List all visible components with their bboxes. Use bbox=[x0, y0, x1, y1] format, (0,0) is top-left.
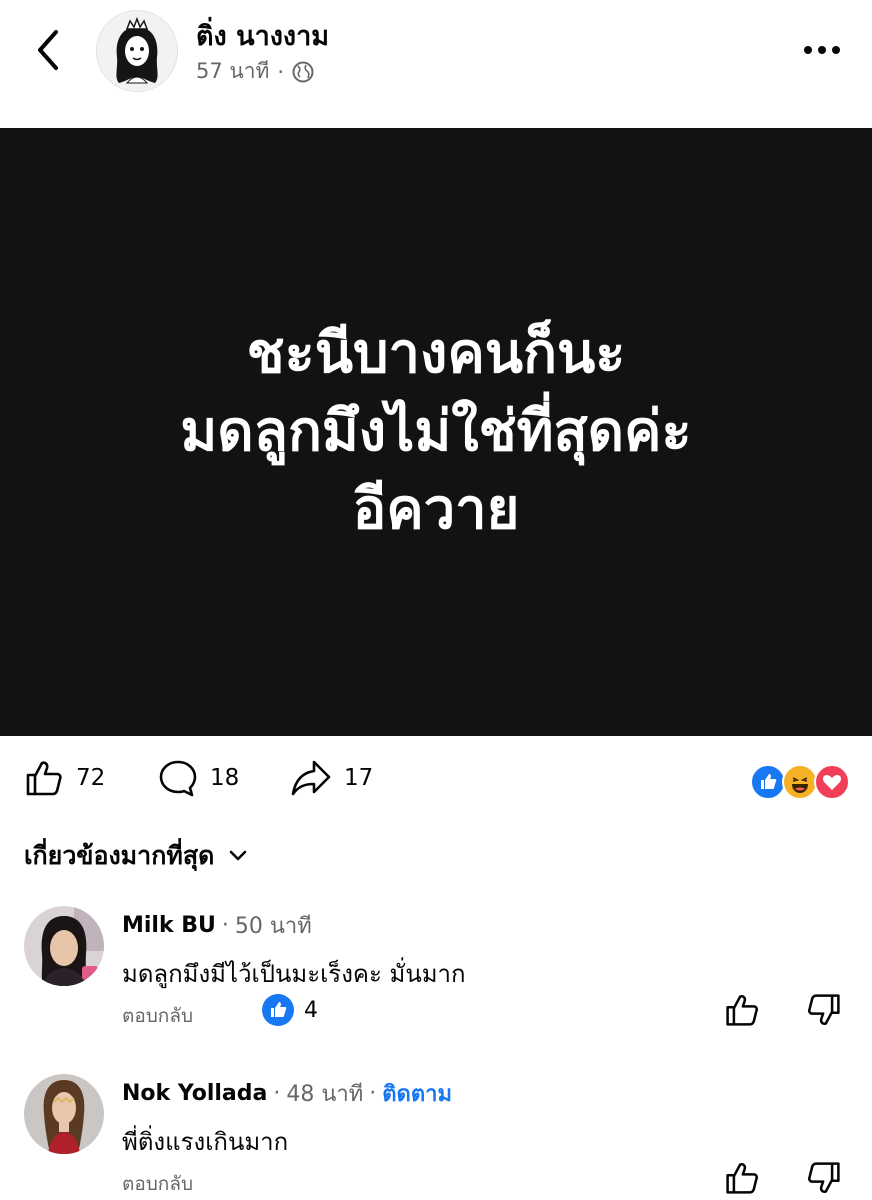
comment-button[interactable]: 18 bbox=[158, 758, 239, 798]
author-name[interactable]: ติ่ง นางงาม bbox=[196, 14, 329, 57]
post-actions: 72 18 17 bbox=[0, 748, 872, 812]
like-count: 72 bbox=[76, 765, 106, 791]
comment-reaction-count[interactable]: 4 bbox=[262, 994, 318, 1026]
author-avatar[interactable] bbox=[96, 10, 178, 92]
thumbs-down-icon bbox=[808, 1162, 840, 1193]
share-count: 17 bbox=[344, 765, 374, 791]
more-dot bbox=[818, 46, 826, 54]
upvote-button[interactable] bbox=[724, 1160, 760, 1196]
like-button[interactable]: 72 bbox=[24, 758, 105, 798]
reply-button[interactable]: ตอบกลับ bbox=[122, 1001, 193, 1031]
more-dot bbox=[804, 46, 812, 54]
downvote-button[interactable] bbox=[806, 992, 842, 1028]
globe-icon bbox=[292, 61, 314, 82]
post-text-line: อีควาย bbox=[352, 477, 520, 542]
commenter-avatar[interactable] bbox=[24, 1074, 104, 1154]
comment-time[interactable]: 50 นาที bbox=[235, 908, 312, 943]
haha-reaction-icon bbox=[782, 764, 818, 800]
comment-time[interactable]: 48 นาที bbox=[286, 1076, 363, 1111]
comment-text: พี่ติ่งแรงเกินมาก bbox=[122, 1128, 289, 1156]
comment-count: 18 bbox=[210, 765, 240, 791]
commenter-name[interactable]: Milk BU bbox=[122, 913, 216, 938]
more-dot bbox=[832, 46, 840, 54]
comment-header: Milk BU · 50 นาที bbox=[122, 908, 312, 943]
post-text-line: ชะนีบางคนก็นะ bbox=[246, 321, 626, 386]
back-button[interactable] bbox=[30, 26, 66, 74]
post-text-line: มดลูกมึงไม่ใช่ที่สุดค่ะ bbox=[180, 399, 692, 464]
thumbs-up-icon bbox=[726, 1163, 758, 1194]
comment-separator: · bbox=[221, 913, 229, 938]
comment-item: Milk BU · 50 นาที มดลูกมึงมีไว้เป็นมะเร็… bbox=[24, 906, 854, 1036]
comment-item: Nok Yollada · 48 นาที · ติดตาม พี่ติ่งแร… bbox=[24, 1074, 854, 1200]
like-reaction-icon bbox=[750, 764, 786, 800]
comment-icon bbox=[159, 760, 197, 797]
comment-header: Nok Yollada · 48 นาที · ติดตาม bbox=[122, 1076, 452, 1111]
follow-button[interactable]: ติดตาม bbox=[382, 1076, 452, 1111]
downvote-button[interactable] bbox=[806, 1160, 842, 1196]
commenter-avatar[interactable] bbox=[24, 906, 104, 986]
like-reaction-icon bbox=[262, 994, 294, 1026]
reply-button[interactable]: ตอบกลับ bbox=[122, 1169, 193, 1199]
post-header: ติ่ง นางงาม 57 นาที · bbox=[0, 0, 872, 128]
post-image[interactable]: ชะนีบางคนก็นะ มดลูกมึงไม่ใช่ที่สุดค่ะ อี… bbox=[0, 128, 872, 736]
thumbs-down-icon bbox=[808, 994, 840, 1025]
chevron-down-icon bbox=[230, 850, 247, 861]
comment-separator: · bbox=[369, 1081, 377, 1106]
post-time[interactable]: 57 นาที bbox=[196, 55, 269, 88]
commenter-name[interactable]: Nok Yollada bbox=[122, 1081, 267, 1106]
share-button[interactable]: 17 bbox=[290, 758, 373, 798]
more-options-button[interactable] bbox=[804, 40, 842, 60]
share-icon bbox=[291, 760, 331, 796]
sort-label: เกี่ยวข้องมากที่สุด bbox=[24, 841, 215, 870]
love-reaction-icon bbox=[814, 764, 850, 800]
reaction-summary[interactable] bbox=[750, 764, 850, 800]
upvote-button[interactable] bbox=[724, 992, 760, 1028]
comment-text: มดลูกมึงมีไว้เป็นมะเร็งคะ มั่นมาก bbox=[122, 960, 466, 988]
post-meta: 57 นาที · bbox=[196, 55, 314, 88]
comment-sort-dropdown[interactable]: เกี่ยวข้องมากที่สุด bbox=[24, 836, 248, 876]
comment-separator: · bbox=[273, 1081, 281, 1106]
comment-like-count: 4 bbox=[304, 997, 318, 1023]
meta-separator: · bbox=[277, 59, 285, 84]
chevron-left-icon bbox=[38, 30, 58, 70]
thumbs-up-icon bbox=[726, 995, 758, 1026]
thumbs-up-icon bbox=[26, 761, 62, 796]
